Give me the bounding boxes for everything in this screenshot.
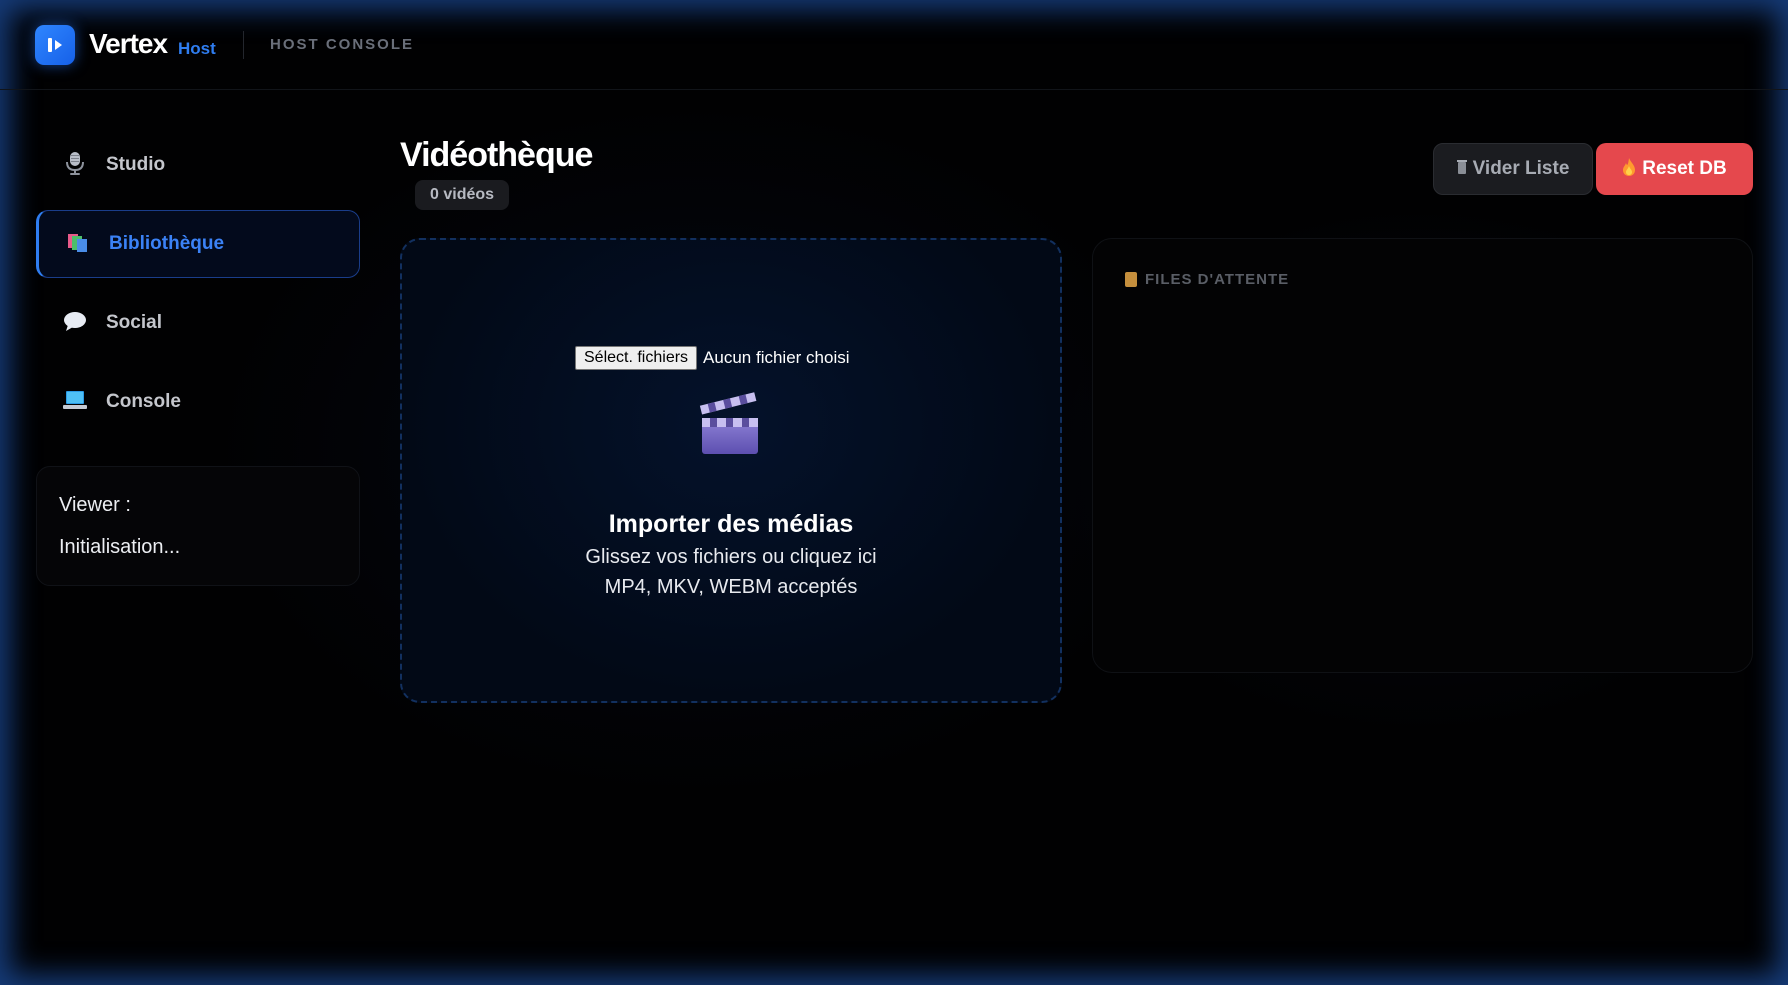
dropzone-title: Importer des médias	[608, 510, 854, 538]
queue-title-label: FILES D'ATTENTE	[1145, 271, 1290, 288]
select-files-button[interactable]: Sélect. fichiers	[575, 346, 698, 370]
clear-list-button[interactable]: Vider Liste	[1433, 143, 1593, 195]
video-count-badge: 0 vidéos	[415, 180, 510, 210]
top-header: Vertex Host HOST CONSOLE	[0, 0, 1788, 90]
queue-panel: FILES D'ATTENTE	[1092, 238, 1753, 673]
brand-sub: Host	[178, 39, 216, 58]
sidebar-item-studio[interactable]: Studio	[36, 131, 360, 199]
sidebar-item-label: Bibliothèque	[109, 233, 225, 254]
file-status: Aucun fichier choisi	[703, 348, 850, 367]
sidebar-item-bibliotheque[interactable]: Bibliothèque	[36, 210, 360, 278]
page-title: Vidéothèque	[400, 136, 593, 174]
upload-dropzone[interactable]: Sélect. fichiers Aucun fichier choisi Im…	[400, 238, 1062, 703]
console-label: HOST CONSOLE	[270, 36, 415, 53]
microphone-icon	[62, 151, 88, 179]
fire-icon	[1622, 158, 1636, 180]
laptop-icon	[62, 389, 88, 415]
sidebar-item-label: Console	[106, 391, 181, 412]
books-icon	[65, 231, 91, 257]
play-logo-icon[interactable]	[35, 25, 75, 65]
sidebar-item-console[interactable]: Console	[36, 368, 360, 436]
header-divider	[243, 31, 244, 59]
file-input[interactable]: Sélect. fichiers Aucun fichier choisi	[575, 346, 850, 370]
sidebar-item-label: Studio	[106, 154, 166, 175]
queue-title: FILES D'ATTENTE	[1125, 271, 1289, 288]
speech-bubble-icon	[62, 310, 88, 336]
app-window: Vertex Host HOST CONSOLE Studio Biblioth…	[0, 0, 1788, 985]
viewer-card: Viewer : Initialisation...	[36, 466, 360, 586]
clear-list-label: Vider Liste	[1472, 158, 1570, 179]
dropzone-formats: MP4, MKV, WEBM acceptés	[604, 576, 858, 598]
sidebar-item-social[interactable]: Social	[36, 289, 360, 357]
trash-icon	[1456, 160, 1467, 178]
clapperboard-icon	[698, 392, 762, 456]
scroll-icon	[1125, 272, 1137, 287]
viewer-status: Initialisation...	[59, 536, 181, 558]
reset-db-label: Reset DB	[1642, 158, 1727, 179]
reset-db-button[interactable]: Reset DB	[1596, 143, 1753, 195]
viewer-label: Viewer :	[59, 494, 131, 516]
dropzone-hint: Glissez vos fichiers ou cliquez ici	[585, 546, 877, 568]
sidebar-item-label: Social	[106, 312, 162, 333]
brand-name: Vertex	[89, 28, 168, 59]
